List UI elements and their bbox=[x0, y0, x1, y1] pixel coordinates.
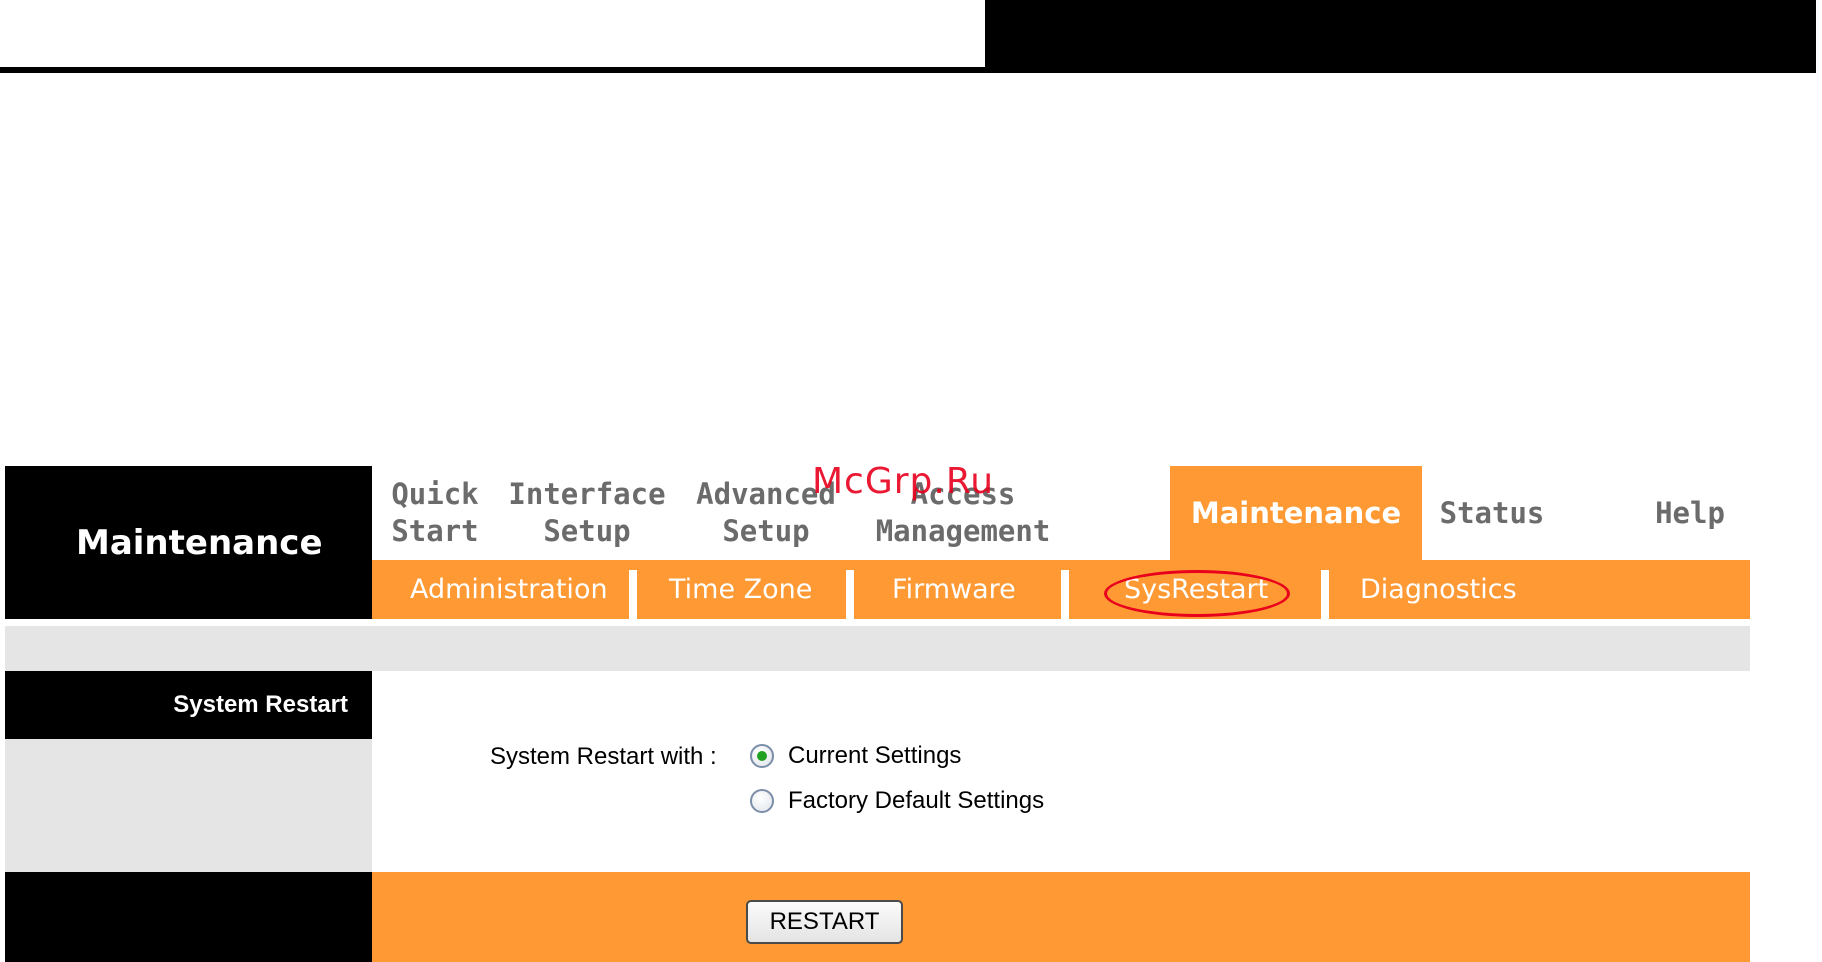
option-label: Current Settings bbox=[788, 742, 962, 769]
subnav-diagnostics[interactable]: Diagnostics bbox=[1360, 560, 1517, 619]
subnav-firmware[interactable]: Firmware bbox=[892, 560, 1016, 619]
radio-factory-default[interactable] bbox=[750, 789, 774, 813]
restart-with-label: System Restart with : bbox=[490, 743, 717, 770]
option-label: Factory Default Settings bbox=[788, 787, 1045, 814]
nav-advanced-setup[interactable]: Advanced Setup bbox=[676, 466, 856, 560]
option-current-settings[interactable]: Current Settings bbox=[750, 742, 961, 770]
nav-access-management[interactable]: Access Management bbox=[856, 466, 1070, 560]
nav-status[interactable]: Status bbox=[1422, 466, 1562, 560]
subnav-divider bbox=[629, 570, 637, 619]
top-rule bbox=[0, 67, 985, 73]
subnav-divider bbox=[1321, 570, 1329, 619]
nav-interface-setup[interactable]: Interface Setup bbox=[498, 466, 676, 560]
option-factory-default[interactable]: Factory Default Settings bbox=[750, 787, 1044, 815]
main-nav: Quick Start Interface Setup Advanced Set… bbox=[372, 466, 1750, 560]
row-left-gray bbox=[5, 739, 372, 872]
nav-help[interactable]: Help bbox=[1630, 466, 1750, 560]
subnav-sysrestart[interactable]: SysRestart bbox=[1124, 560, 1268, 619]
nav-maintenance[interactable]: Maintenance bbox=[1170, 466, 1422, 560]
subnav-divider bbox=[1061, 570, 1069, 619]
footer-bar bbox=[372, 872, 1750, 962]
nav-quick-start[interactable]: Quick Start bbox=[372, 466, 498, 560]
row-label-system-restart: System Restart bbox=[5, 671, 372, 739]
top-black-bar bbox=[985, 0, 1816, 73]
subnav-administration[interactable]: Administration bbox=[410, 560, 608, 619]
subnav-time-zone[interactable]: Time Zone bbox=[669, 560, 812, 619]
sub-nav: Administration Time Zone Firmware SysRes… bbox=[372, 560, 1750, 619]
separator-band bbox=[5, 626, 1750, 671]
footer-left bbox=[5, 872, 372, 962]
section-title: Maintenance bbox=[5, 466, 372, 619]
restart-button[interactable]: RESTART bbox=[746, 900, 903, 944]
router-maintenance-ui: Maintenance Quick Start Interface Setup … bbox=[5, 466, 1750, 962]
radio-current-settings[interactable] bbox=[750, 744, 774, 768]
subnav-divider bbox=[846, 570, 854, 619]
